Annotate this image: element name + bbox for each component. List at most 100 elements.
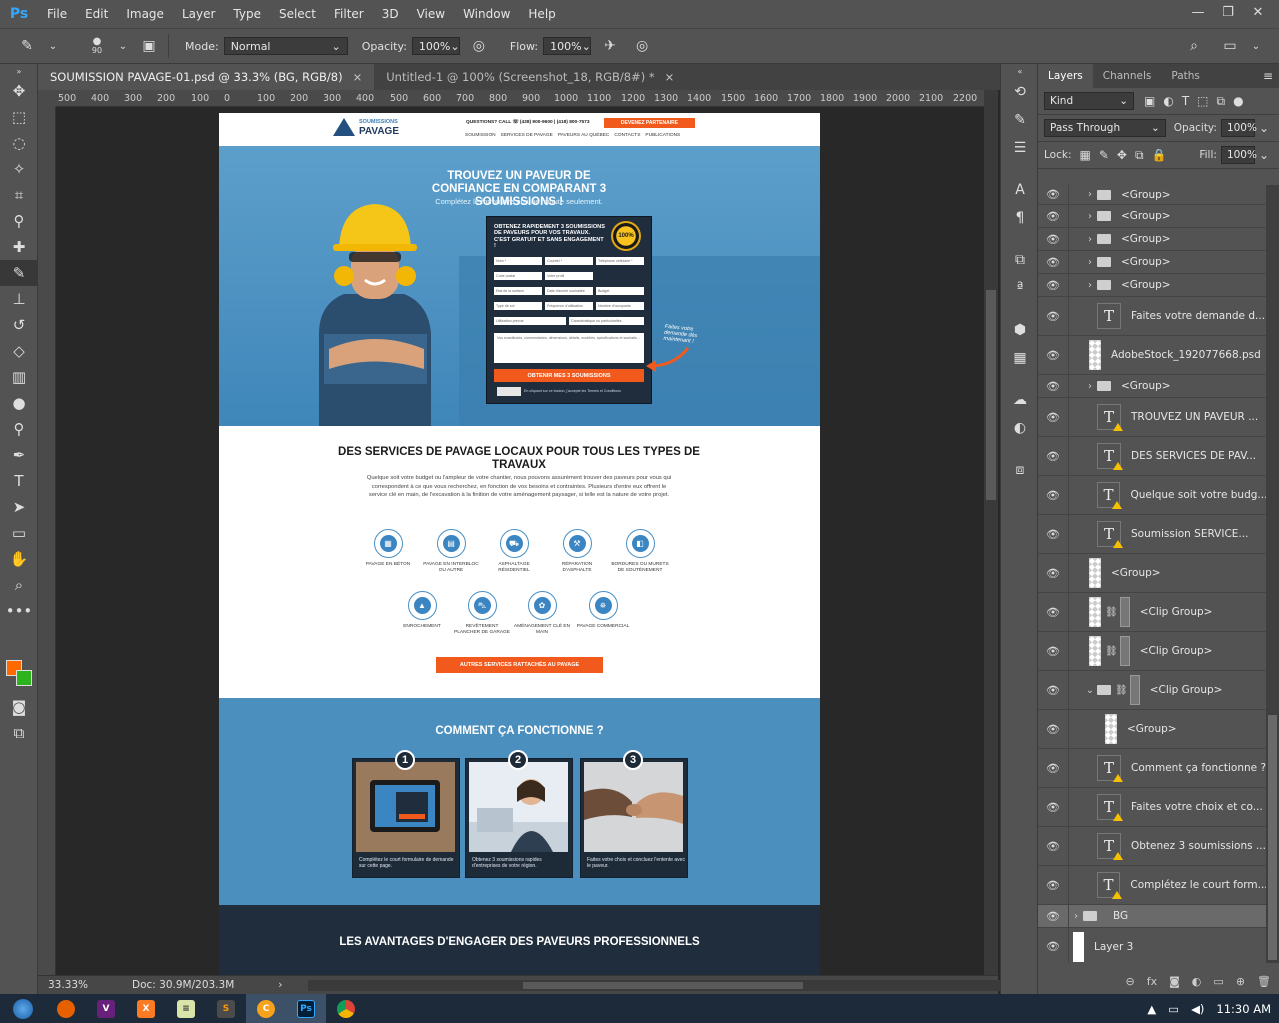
lock-transparent-icon[interactable]: ▦ xyxy=(1079,148,1090,162)
layers-scrollbar[interactable] xyxy=(1266,185,1279,963)
chevron-down-icon[interactable]: ⌄ xyxy=(1083,685,1097,696)
visibility-eye-icon[interactable]: 👁 xyxy=(1038,606,1068,619)
mode-select[interactable]: Normal ⌄ xyxy=(223,37,348,55)
visibility-eye-icon[interactable]: 👁 xyxy=(1038,684,1068,697)
properties-panel-icon[interactable]: ☰ xyxy=(1001,134,1039,162)
layer-row[interactable]: 👁 Layer 3 xyxy=(1038,928,1266,963)
chevron-down-icon[interactable]: ⌄ xyxy=(110,33,136,59)
visibility-eye-icon[interactable]: 👁 xyxy=(1038,310,1068,323)
chevron-right-icon[interactable]: › xyxy=(1083,234,1097,245)
visibility-eye-icon[interactable]: 👁 xyxy=(1038,762,1068,775)
visibility-eye-icon[interactable]: 👁 xyxy=(1038,645,1068,658)
layer-row[interactable]: 👁 › <Group> xyxy=(1038,228,1266,251)
clone-stamp-tool-icon[interactable]: ⊥ xyxy=(0,286,38,312)
pressure-opacity-icon[interactable]: ◎ xyxy=(466,33,492,59)
lasso-tool-icon[interactable]: ◌ xyxy=(0,130,38,156)
collapse-arrows-icon[interactable]: « xyxy=(1001,64,1039,78)
rectangle-tool-icon[interactable]: ▭ xyxy=(0,520,38,546)
panel-menu-icon[interactable]: ≡ xyxy=(1263,69,1273,83)
new-layer-icon[interactable]: ⊕ xyxy=(1236,975,1245,988)
pen-tool-icon[interactable]: ✒ xyxy=(0,442,38,468)
path-selection-tool-icon[interactable]: ➤ xyxy=(0,494,38,520)
move-tool-icon[interactable]: ✥ xyxy=(0,78,38,104)
taskbar-chrome[interactable] xyxy=(326,994,366,1023)
menu-view[interactable]: View xyxy=(408,0,454,28)
layer-row[interactable]: 👁 T TROUVEZ UN PAVEUR ... xyxy=(1038,398,1266,437)
layer-row[interactable]: 👁 ⌄ ⛓ <Clip Group> xyxy=(1038,671,1266,710)
chevron-right-icon[interactable]: › xyxy=(1083,381,1097,392)
menu-select[interactable]: Select xyxy=(270,0,325,28)
close-button[interactable]: ✕ xyxy=(1243,0,1273,24)
shape-filter-icon[interactable]: ⬚ xyxy=(1197,94,1208,108)
menu-image[interactable]: Image xyxy=(117,0,173,28)
network-icon[interactable]: ▭ xyxy=(1168,1002,1179,1016)
chevron-right-icon[interactable]: › xyxy=(1083,189,1097,200)
layer-row[interactable]: 👁 T Quelque soit votre budg... xyxy=(1038,476,1266,515)
brush-tool-icon[interactable]: ✎ xyxy=(0,260,38,286)
document-page[interactable]: SOUMISSIONS PAVAGE QUESTIONS? CALL ☏ (43… xyxy=(219,113,820,975)
pressure-size-icon[interactable]: ◎ xyxy=(629,33,655,59)
chevron-right-icon[interactable]: › xyxy=(1083,211,1097,222)
volume-icon[interactable]: ◀) xyxy=(1191,1002,1204,1016)
minimize-button[interactable]: — xyxy=(1183,0,1213,24)
tab-soumission-pavage[interactable]: SOUMISSION PAVAGE-01.psd @ 33.3% (BG, RG… xyxy=(38,64,375,90)
vertical-ruler[interactable] xyxy=(38,107,56,975)
visibility-eye-icon[interactable]: 👁 xyxy=(1038,450,1068,463)
visibility-eye-icon[interactable]: 👁 xyxy=(1038,840,1068,853)
menu-layer[interactable]: Layer xyxy=(173,0,224,28)
layer-row[interactable]: 👁 › <Group> xyxy=(1038,251,1266,274)
airbrush-icon[interactable]: ✈ xyxy=(597,33,623,59)
glyphs-panel-icon[interactable]: ª xyxy=(1001,274,1039,302)
taskbar-photoshop[interactable]: Ps xyxy=(286,994,326,1023)
visibility-eye-icon[interactable]: 👁 xyxy=(1038,567,1068,580)
tab-paths[interactable]: Paths xyxy=(1161,64,1210,88)
delete-layer-icon[interactable]: 🗑 xyxy=(1257,975,1271,988)
adjustment-layer-icon[interactable]: ◐ xyxy=(1192,975,1202,988)
layer-row[interactable]: 👁 › <Group> xyxy=(1038,205,1266,228)
layer-row[interactable]: 👁 › <Group> xyxy=(1038,274,1266,297)
link-icon[interactable]: ⛓ xyxy=(1105,607,1118,618)
add-mask-icon[interactable]: ◙ xyxy=(1169,975,1180,988)
taskbar-app-orange[interactable]: C xyxy=(246,994,286,1023)
layer-row[interactable]: 👁 › <Group> xyxy=(1038,375,1266,398)
menu-file[interactable]: File xyxy=(38,0,76,28)
new-group-icon[interactable]: ▭ xyxy=(1213,975,1223,988)
lock-artboard-icon[interactable]: ⧉ xyxy=(1135,148,1144,163)
chevron-down-icon[interactable]: ⌄ xyxy=(1259,121,1269,135)
visibility-eye-icon[interactable]: 👁 xyxy=(1038,910,1068,923)
opacity-input[interactable]: 100% ⌄ xyxy=(411,37,460,55)
taskbar-sublime[interactable]: S xyxy=(206,994,246,1023)
character-panel-icon[interactable]: A xyxy=(1001,176,1039,204)
horizontal-ruler[interactable]: 500 400 300 200 100 0 100 200 300 400 50… xyxy=(56,90,984,107)
layer-opacity-input[interactable]: 100% xyxy=(1220,119,1257,137)
visibility-eye-icon[interactable]: 👁 xyxy=(1038,256,1068,269)
chevron-right-icon[interactable]: › xyxy=(1083,280,1097,291)
layer-row[interactable]: 👁 T Comment ça fonctionne ? xyxy=(1038,749,1266,788)
chevron-right-icon[interactable]: › xyxy=(1069,911,1083,922)
menu-help[interactable]: Help xyxy=(519,0,564,28)
menu-window[interactable]: Window xyxy=(454,0,519,28)
dodge-tool-icon[interactable]: ⚲ xyxy=(0,416,38,442)
crop-tool-icon[interactable]: ⌗ xyxy=(0,182,38,208)
close-icon[interactable]: × xyxy=(353,70,363,84)
visibility-eye-icon[interactable]: 👁 xyxy=(1038,349,1068,362)
lock-position-icon[interactable]: ✥ xyxy=(1117,148,1127,162)
layer-row[interactable]: 👁 T Complétez le court form... xyxy=(1038,866,1266,905)
taskbar-notepad[interactable]: ≡ xyxy=(166,994,206,1023)
layer-row[interactable]: 👁 ⛓ <Clip Group> xyxy=(1038,632,1266,671)
tab-channels[interactable]: Channels xyxy=(1093,64,1162,88)
menu-type[interactable]: Type xyxy=(224,0,270,28)
show-hidden-icons-icon[interactable]: ▲ xyxy=(1147,1002,1156,1016)
layer-row-selected[interactable]: 👁 › BG xyxy=(1038,905,1266,928)
layer-row[interactable]: 👁 <Group> xyxy=(1038,710,1266,749)
close-icon[interactable]: × xyxy=(665,70,675,84)
scrollbar-thumb[interactable] xyxy=(986,290,996,500)
taskbar-xampp[interactable]: X xyxy=(126,994,166,1023)
visibility-eye-icon[interactable]: 👁 xyxy=(1038,489,1068,502)
filter-kind-select[interactable]: Kind ⌄ xyxy=(1044,92,1134,110)
layer-row[interactable]: 👁 T Soumission SERVICE... xyxy=(1038,515,1266,554)
history-brush-tool-icon[interactable]: ↺ xyxy=(0,312,38,338)
start-button[interactable] xyxy=(0,994,46,1023)
layer-row[interactable]: 👁 AdobeStock_192077668.psd xyxy=(1038,336,1266,375)
healing-brush-tool-icon[interactable]: ✚ xyxy=(0,234,38,260)
